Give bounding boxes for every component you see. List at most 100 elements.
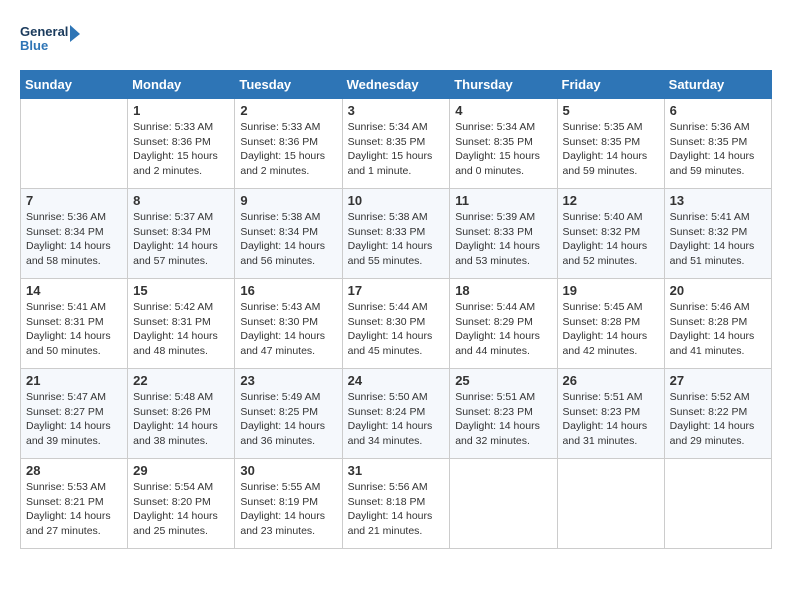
calendar-week-row: 14 Sunrise: 5:41 AM Sunset: 8:31 PM Dayli… bbox=[21, 279, 772, 369]
svg-text:General: General bbox=[20, 24, 68, 39]
day-details: Sunrise: 5:35 AM Sunset: 8:35 PM Dayligh… bbox=[563, 120, 659, 179]
day-number: 16 bbox=[240, 283, 336, 298]
calendar-cell: 8 Sunrise: 5:37 AM Sunset: 8:34 PM Daylig… bbox=[128, 189, 235, 279]
day-details: Sunrise: 5:34 AM Sunset: 8:35 PM Dayligh… bbox=[455, 120, 551, 179]
day-number: 6 bbox=[670, 103, 766, 118]
day-number: 31 bbox=[348, 463, 445, 478]
day-details: Sunrise: 5:39 AM Sunset: 8:33 PM Dayligh… bbox=[455, 210, 551, 269]
day-number: 7 bbox=[26, 193, 122, 208]
day-number: 11 bbox=[455, 193, 551, 208]
day-details: Sunrise: 5:54 AM Sunset: 8:20 PM Dayligh… bbox=[133, 480, 229, 539]
day-number: 23 bbox=[240, 373, 336, 388]
calendar-cell: 20 Sunrise: 5:46 AM Sunset: 8:28 PM Dayli… bbox=[664, 279, 771, 369]
day-details: Sunrise: 5:34 AM Sunset: 8:35 PM Dayligh… bbox=[348, 120, 445, 179]
calendar-cell: 7Sunrise: 5:36 AM Sunset: 8:34 PM Daylig… bbox=[21, 189, 128, 279]
calendar-cell: 17Sunrise: 5:44 AM Sunset: 8:30 PM Dayli… bbox=[342, 279, 450, 369]
day-number: 18 bbox=[455, 283, 551, 298]
day-number: 9 bbox=[240, 193, 336, 208]
calendar-cell: 11 Sunrise: 5:39 AM Sunset: 8:33 PM Dayli… bbox=[450, 189, 557, 279]
day-details: Sunrise: 5:46 AM Sunset: 8:28 PM Dayligh… bbox=[670, 300, 766, 359]
calendar-cell: 28Sunrise: 5:53 AM Sunset: 8:21 PM Dayli… bbox=[21, 459, 128, 549]
day-number: 1 bbox=[133, 103, 229, 118]
calendar-cell: 26Sunrise: 5:51 AM Sunset: 8:23 PM Dayli… bbox=[557, 369, 664, 459]
day-number: 24 bbox=[348, 373, 445, 388]
day-number: 2 bbox=[240, 103, 336, 118]
day-number: 8 bbox=[133, 193, 229, 208]
calendar-cell: 22 Sunrise: 5:48 AM Sunset: 8:26 PM Dayli… bbox=[128, 369, 235, 459]
day-number: 14 bbox=[26, 283, 122, 298]
calendar-table: SundayMondayTuesdayWednesdayThursdayFrid… bbox=[20, 70, 772, 549]
calendar-cell: 21 Sunrise: 5:47 AM Sunset: 8:27 PM Dayli… bbox=[21, 369, 128, 459]
calendar-cell: 4Sunrise: 5:34 AM Sunset: 8:35 PM Daylig… bbox=[450, 99, 557, 189]
day-details: Sunrise: 5:47 AM Sunset: 8:27 PM Dayligh… bbox=[26, 390, 122, 449]
calendar-cell: 9 Sunrise: 5:38 AM Sunset: 8:34 PM Daylig… bbox=[235, 189, 342, 279]
column-header-tuesday: Tuesday bbox=[235, 71, 342, 99]
calendar-cell: 3 Sunrise: 5:34 AM Sunset: 8:35 PM Daylig… bbox=[342, 99, 450, 189]
day-number: 20 bbox=[670, 283, 766, 298]
day-number: 30 bbox=[240, 463, 336, 478]
calendar-cell: 12 Sunrise: 5:40 AM Sunset: 8:32 PM Dayli… bbox=[557, 189, 664, 279]
day-details: Sunrise: 5:36 AM Sunset: 8:35 PM Dayligh… bbox=[670, 120, 766, 179]
day-details: Sunrise: 5:56 AM Sunset: 8:18 PM Dayligh… bbox=[348, 480, 445, 539]
column-header-thursday: Thursday bbox=[450, 71, 557, 99]
day-details: Sunrise: 5:45 AM Sunset: 8:28 PM Dayligh… bbox=[563, 300, 659, 359]
calendar-cell: 30 Sunrise: 5:55 AM Sunset: 8:19 PM Dayli… bbox=[235, 459, 342, 549]
calendar-cell bbox=[664, 459, 771, 549]
day-number: 21 bbox=[26, 373, 122, 388]
day-details: Sunrise: 5:41 AM Sunset: 8:31 PM Dayligh… bbox=[26, 300, 122, 359]
day-number: 12 bbox=[563, 193, 659, 208]
calendar-cell bbox=[450, 459, 557, 549]
day-number: 27 bbox=[670, 373, 766, 388]
day-number: 3 bbox=[348, 103, 445, 118]
calendar-cell: 23 Sunrise: 5:49 AM Sunset: 8:25 PM Dayli… bbox=[235, 369, 342, 459]
column-header-monday: Monday bbox=[128, 71, 235, 99]
day-details: Sunrise: 5:51 AM Sunset: 8:23 PM Dayligh… bbox=[455, 390, 551, 449]
column-header-sunday: Sunday bbox=[21, 71, 128, 99]
day-number: 19 bbox=[563, 283, 659, 298]
calendar-cell: 10 Sunrise: 5:38 AM Sunset: 8:33 PM Dayli… bbox=[342, 189, 450, 279]
day-details: Sunrise: 5:33 AM Sunset: 8:36 PM Dayligh… bbox=[133, 120, 229, 179]
calendar-cell: 19 Sunrise: 5:45 AM Sunset: 8:28 PM Dayli… bbox=[557, 279, 664, 369]
day-number: 26 bbox=[563, 373, 659, 388]
calendar-cell: 18 Sunrise: 5:44 AM Sunset: 8:29 PM Dayli… bbox=[450, 279, 557, 369]
calendar-cell: 6 Sunrise: 5:36 AM Sunset: 8:35 PM Daylig… bbox=[664, 99, 771, 189]
day-details: Sunrise: 5:44 AM Sunset: 8:30 PM Dayligh… bbox=[348, 300, 445, 359]
day-number: 10 bbox=[348, 193, 445, 208]
calendar-cell: 5Sunrise: 5:35 AM Sunset: 8:35 PM Daylig… bbox=[557, 99, 664, 189]
day-details: Sunrise: 5:37 AM Sunset: 8:34 PM Dayligh… bbox=[133, 210, 229, 269]
day-details: Sunrise: 5:50 AM Sunset: 8:24 PM Dayligh… bbox=[348, 390, 445, 449]
column-header-friday: Friday bbox=[557, 71, 664, 99]
day-details: Sunrise: 5:38 AM Sunset: 8:34 PM Dayligh… bbox=[240, 210, 336, 269]
calendar-cell bbox=[557, 459, 664, 549]
day-details: Sunrise: 5:53 AM Sunset: 8:21 PM Dayligh… bbox=[26, 480, 122, 539]
calendar-cell: 31 Sunrise: 5:56 AM Sunset: 8:18 PM Dayli… bbox=[342, 459, 450, 549]
calendar-header-row: SundayMondayTuesdayWednesdayThursdayFrid… bbox=[21, 71, 772, 99]
day-number: 22 bbox=[133, 373, 229, 388]
calendar-week-row: 1 Sunrise: 5:33 AM Sunset: 8:36 PM Daylig… bbox=[21, 99, 772, 189]
day-details: Sunrise: 5:38 AM Sunset: 8:33 PM Dayligh… bbox=[348, 210, 445, 269]
day-details: Sunrise: 5:44 AM Sunset: 8:29 PM Dayligh… bbox=[455, 300, 551, 359]
calendar-week-row: 21 Sunrise: 5:47 AM Sunset: 8:27 PM Dayli… bbox=[21, 369, 772, 459]
calendar-week-row: 7Sunrise: 5:36 AM Sunset: 8:34 PM Daylig… bbox=[21, 189, 772, 279]
day-details: Sunrise: 5:48 AM Sunset: 8:26 PM Dayligh… bbox=[133, 390, 229, 449]
calendar-cell bbox=[21, 99, 128, 189]
calendar-cell: 13Sunrise: 5:41 AM Sunset: 8:32 PM Dayli… bbox=[664, 189, 771, 279]
day-number: 15 bbox=[133, 283, 229, 298]
calendar-cell: 14 Sunrise: 5:41 AM Sunset: 8:31 PM Dayli… bbox=[21, 279, 128, 369]
day-details: Sunrise: 5:42 AM Sunset: 8:31 PM Dayligh… bbox=[133, 300, 229, 359]
day-details: Sunrise: 5:40 AM Sunset: 8:32 PM Dayligh… bbox=[563, 210, 659, 269]
day-number: 29 bbox=[133, 463, 229, 478]
calendar-cell: 2 Sunrise: 5:33 AM Sunset: 8:36 PM Daylig… bbox=[235, 99, 342, 189]
calendar-cell: 1 Sunrise: 5:33 AM Sunset: 8:36 PM Daylig… bbox=[128, 99, 235, 189]
logo: General Blue bbox=[20, 20, 80, 60]
column-header-saturday: Saturday bbox=[664, 71, 771, 99]
page-header: General Blue bbox=[20, 20, 772, 60]
day-details: Sunrise: 5:43 AM Sunset: 8:30 PM Dayligh… bbox=[240, 300, 336, 359]
logo-svg: General Blue bbox=[20, 20, 80, 60]
day-details: Sunrise: 5:49 AM Sunset: 8:25 PM Dayligh… bbox=[240, 390, 336, 449]
day-details: Sunrise: 5:33 AM Sunset: 8:36 PM Dayligh… bbox=[240, 120, 336, 179]
day-details: Sunrise: 5:55 AM Sunset: 8:19 PM Dayligh… bbox=[240, 480, 336, 539]
calendar-cell: 24 Sunrise: 5:50 AM Sunset: 8:24 PM Dayli… bbox=[342, 369, 450, 459]
column-header-wednesday: Wednesday bbox=[342, 71, 450, 99]
day-number: 25 bbox=[455, 373, 551, 388]
